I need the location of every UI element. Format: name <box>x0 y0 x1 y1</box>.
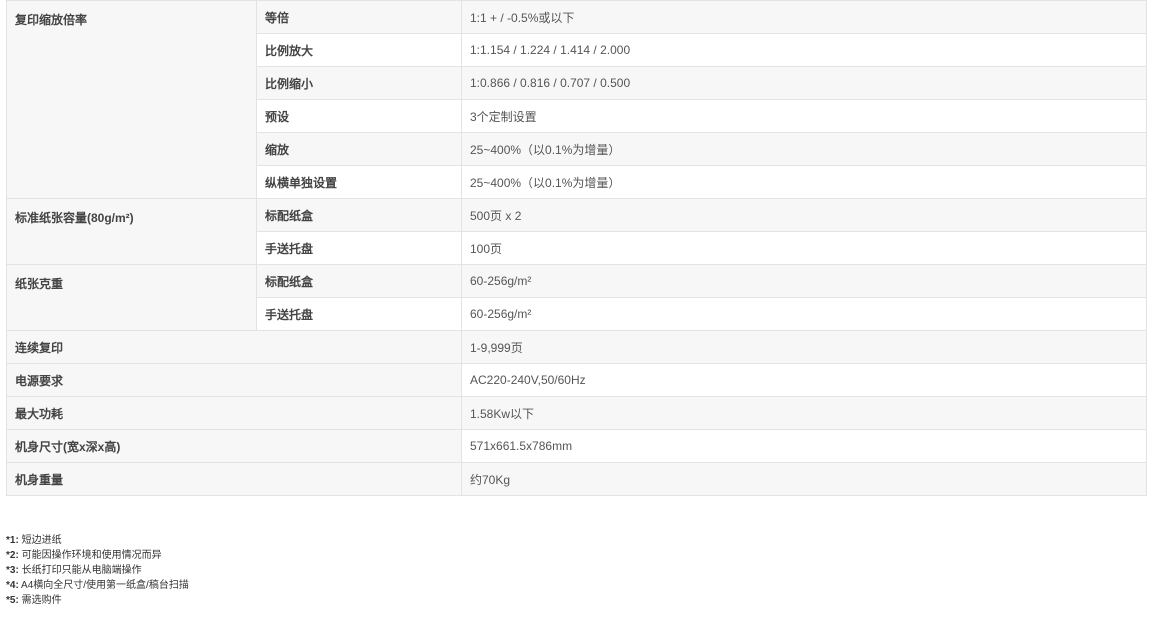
footnote-mark: *3: <box>6 565 19 576</box>
footnote-mark: *4: <box>6 580 19 591</box>
value-cell: 1-9,999页 <box>461 330 1147 364</box>
footnote-mark: *2: <box>6 550 19 561</box>
footnote: *5: 需选购件 <box>6 593 189 608</box>
value-cell: 60-256g/m² <box>461 297 1147 331</box>
footnote: *1: 短边进纸 <box>6 533 189 548</box>
value-cell: 100页 <box>461 231 1147 265</box>
category-cell: 纸张克重 <box>6 264 257 331</box>
value-cell: 1:1 + / -0.5%或以下 <box>461 0 1147 34</box>
footnote-text: 长纸打印只能从电脑端操作 <box>21 565 142 576</box>
subcategory-cell: 标配纸盒 <box>256 264 462 298</box>
category-cell: 连续复印 <box>6 330 462 364</box>
footnote: *3: 长纸打印只能从电脑端操作 <box>6 563 189 578</box>
footnotes: *1: 短边进纸 *2: 可能因操作环境和使用情况而异 *3: 长纸打印只能从电… <box>6 533 189 608</box>
value-cell: 1:0.866 / 0.816 / 0.707 / 0.500 <box>461 66 1147 100</box>
value-cell: 60-256g/m² <box>461 264 1147 298</box>
footnote-mark: *5: <box>6 595 19 606</box>
subcategory-cell: 纵横单独设置 <box>256 165 462 199</box>
subcategory-cell: 缩放 <box>256 132 462 166</box>
table-row: 机身尺寸(宽x深x高) 571x661.5x786mm <box>6 429 1147 463</box>
subcategory-cell: 比例缩小 <box>256 66 462 100</box>
value-cell: 25~400%（以0.1%为增量） <box>461 165 1147 199</box>
footnote-text: 需选购件 <box>21 595 62 606</box>
value-cell: 25~400%（以0.1%为增量） <box>461 132 1147 166</box>
footnote-text: A4横向全尺寸/使用第一纸盒/稿台扫描 <box>21 580 189 591</box>
table-row: 纸张克重 标配纸盒 60-256g/m² <box>6 264 1147 331</box>
value-cell: 3个定制设置 <box>461 99 1147 133</box>
footnote: *2: 可能因操作环境和使用情况而异 <box>6 548 189 563</box>
value-cell: 1.58Kw以下 <box>461 396 1147 430</box>
value-cell: AC220-240V,50/60Hz <box>461 363 1147 397</box>
category-cell: 机身尺寸(宽x深x高) <box>6 429 462 463</box>
value-cell: 571x661.5x786mm <box>461 429 1147 463</box>
value-cell: 约70Kg <box>461 462 1147 496</box>
value-cell: 1:1.154 / 1.224 / 1.414 / 2.000 <box>461 33 1147 67</box>
subcategory-cell: 等倍 <box>256 0 462 34</box>
value-cell: 500页 x 2 <box>461 198 1147 232</box>
table-row: 复印缩放倍率 等倍 1:1 + / -0.5%或以下 <box>6 0 1147 199</box>
category-cell: 电源要求 <box>6 363 462 397</box>
subcategory-cell: 标配纸盒 <box>256 198 462 232</box>
footnote: *4: A4横向全尺寸/使用第一纸盒/稿台扫描 <box>6 578 189 593</box>
subcategory-cell: 手送托盘 <box>256 231 462 265</box>
footnote-text: 短边进纸 <box>21 535 62 546</box>
footnote-mark: *1: <box>6 535 19 546</box>
category-cell: 最大功耗 <box>6 396 462 430</box>
subcategory-cell: 预设 <box>256 99 462 133</box>
subcategory-cell: 比例放大 <box>256 33 462 67</box>
category-cell: 机身重量 <box>6 462 462 496</box>
table-row: 最大功耗 1.58Kw以下 <box>6 396 1147 430</box>
category-cell: 复印缩放倍率 <box>6 0 257 199</box>
table-row: 电源要求 AC220-240V,50/60Hz <box>6 363 1147 397</box>
table-row: 连续复印 1-9,999页 <box>6 330 1147 364</box>
footnote-text: 可能因操作环境和使用情况而异 <box>21 550 162 561</box>
table-row: 标准纸张容量(80g/m²) 标配纸盒 500页 x 2 <box>6 198 1147 265</box>
category-cell: 标准纸张容量(80g/m²) <box>6 198 257 265</box>
table-row: 机身重量 约70Kg <box>6 462 1147 496</box>
subcategory-cell: 手送托盘 <box>256 297 462 331</box>
spec-table: 复印缩放倍率 等倍 1:1 + / -0.5%或以下 比例放大 1:1.154 … <box>6 0 1147 496</box>
